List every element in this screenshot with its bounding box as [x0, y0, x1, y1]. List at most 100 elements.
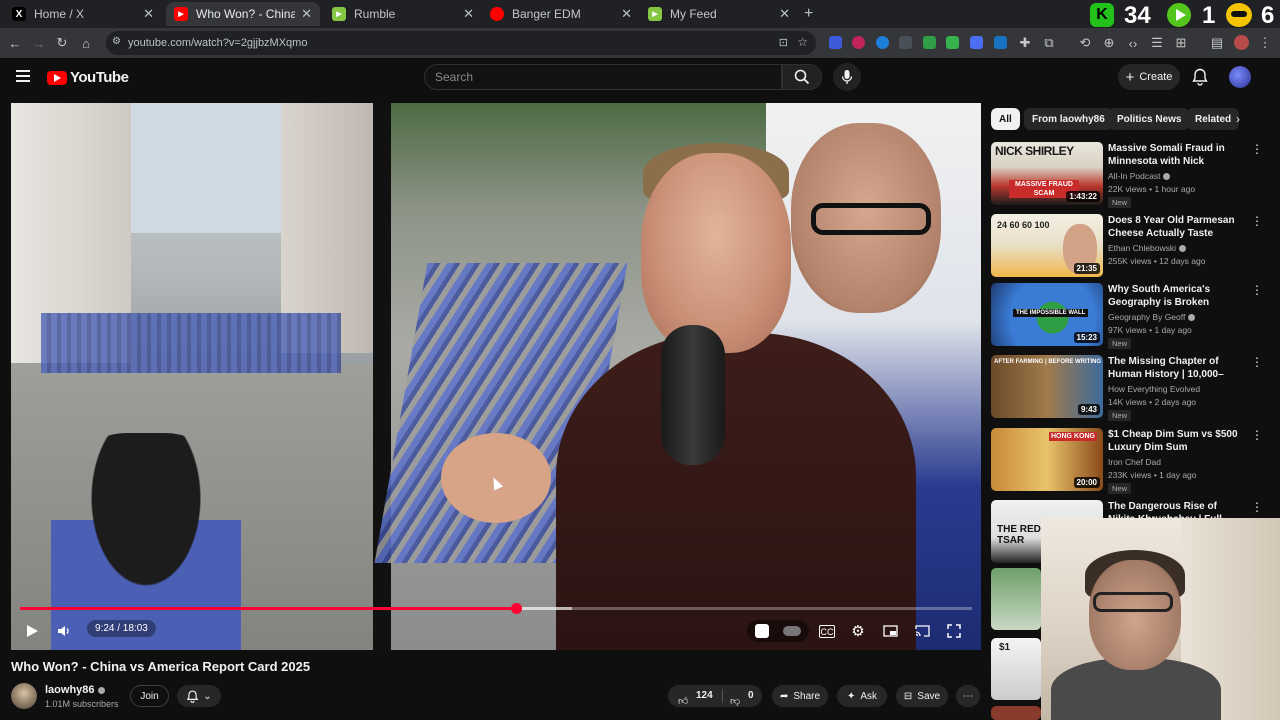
- tab-close-icon[interactable]: ✕: [621, 6, 632, 22]
- tab-close-icon[interactable]: ✕: [143, 6, 154, 22]
- progress-bar[interactable]: [20, 603, 972, 614]
- chevron-right-icon[interactable]: ›: [1236, 112, 1240, 126]
- reading-list-icon[interactable]: ☰: [1148, 34, 1166, 52]
- play-button[interactable]: [23, 622, 41, 640]
- downloads-icon[interactable]: ⊕: [1100, 34, 1118, 52]
- reload-icon[interactable]: ↻: [53, 34, 71, 52]
- recommended-video[interactable]: AFTER FARMING | BEFORE WRITING 9:43 The …: [991, 355, 1263, 421]
- recommended-video[interactable]: HONG KONG 20:00 $1 Cheap Dim Sum vs $500…: [991, 428, 1263, 494]
- profile-avatar-icon[interactable]: [1234, 35, 1249, 50]
- browser-tab-my-feed[interactable]: ▶ My Feed ✕: [640, 2, 798, 26]
- settings-button[interactable]: ⚙: [849, 622, 867, 640]
- video-thumbnail[interactable]: [991, 568, 1041, 630]
- browser-menu-icon[interactable]: ⋮: [1256, 34, 1274, 52]
- video-thumbnail[interactable]: 24 60 60 100 21:35: [991, 214, 1103, 277]
- video-title[interactable]: Why South America's Geography is Broken: [1108, 283, 1238, 309]
- video-title[interactable]: The Missing Chapter of Human History | 1…: [1108, 355, 1238, 381]
- more-vertical-icon[interactable]: ⋮: [1251, 355, 1263, 369]
- channel-name[interactable]: Iron Chef Dad: [1108, 457, 1161, 467]
- more-vertical-icon[interactable]: ⋮: [1251, 500, 1263, 514]
- more-vertical-icon[interactable]: ⋮: [1251, 214, 1263, 228]
- sidebar-icon[interactable]: ▤: [1208, 34, 1226, 52]
- create-button[interactable]: + Create: [1118, 64, 1180, 90]
- notifications-button[interactable]: [1192, 68, 1208, 91]
- video-thumbnail[interactable]: AFTER FARMING | BEFORE WRITING 9:43: [991, 355, 1103, 418]
- extension-icon[interactable]: [923, 36, 936, 49]
- menu-icon[interactable]: [16, 70, 30, 82]
- extension-icon[interactable]: [852, 36, 865, 49]
- chip-from-channel[interactable]: From laowhy86: [1024, 108, 1113, 130]
- account-avatar[interactable]: [1229, 66, 1251, 88]
- devtools-icon[interactable]: ‹›: [1124, 34, 1142, 52]
- history-icon[interactable]: ⟲: [1076, 34, 1094, 52]
- miniplayer-button[interactable]: [881, 622, 899, 640]
- recommended-video[interactable]: NICK SHIRLEY MASSIVE FRAUD SCAM 1:43:22 …: [991, 142, 1263, 208]
- video-thumbnail[interactable]: THE IMPOSSIBLE WALL 15:23: [991, 283, 1103, 346]
- extension-icon[interactable]: [994, 36, 1007, 49]
- cast-button[interactable]: [913, 622, 931, 640]
- voice-search-button[interactable]: [833, 63, 861, 91]
- video-player[interactable]: 9:24 / 18:03 CC ⚙: [11, 103, 981, 650]
- new-tab-icon[interactable]: +: [804, 5, 813, 23]
- browser-tab-home-x[interactable]: X Home / X ✕: [4, 2, 162, 26]
- save-button[interactable]: ⊟ Save: [896, 685, 948, 707]
- extension-icon[interactable]: [946, 36, 959, 49]
- bookmark-star-icon[interactable]: ☆: [797, 35, 808, 49]
- more-actions-button[interactable]: ⋯: [956, 685, 980, 707]
- extensions-menu-icon[interactable]: ⧉: [1040, 34, 1058, 52]
- browser-tab-banger-edm[interactable]: Banger EDM ✕: [482, 2, 640, 26]
- video-thumbnail[interactable]: NICK SHIRLEY MASSIVE FRAUD SCAM 1:43:22: [991, 142, 1103, 205]
- video-thumbnail[interactable]: $1: [991, 638, 1041, 700]
- forward-icon[interactable]: →: [30, 34, 48, 52]
- video-thumbnail[interactable]: HONG KONG 20:00: [991, 428, 1103, 491]
- share-button[interactable]: ➦ Share: [772, 685, 828, 707]
- extension-icon[interactable]: [829, 36, 842, 49]
- home-icon[interactable]: ⌂: [77, 34, 95, 52]
- ask-button[interactable]: ✦ Ask: [837, 685, 887, 707]
- tab-close-icon[interactable]: ✕: [301, 6, 312, 22]
- video-title[interactable]: $1 Cheap Dim Sum vs $500 Luxury Dim Sum: [1108, 428, 1238, 454]
- extension-icon[interactable]: [899, 36, 912, 49]
- progress-scrubber[interactable]: [510, 603, 522, 614]
- video-meta: 97K views • 1 day ago: [1108, 325, 1192, 335]
- chip-politics-news[interactable]: Politics News: [1109, 108, 1190, 130]
- search-input[interactable]: Search: [424, 64, 782, 90]
- video-thumbnail[interactable]: [991, 706, 1041, 720]
- browser-tab-rumble[interactable]: ▶ Rumble ✕: [324, 2, 482, 26]
- puzzle-extensions-icon[interactable]: ✚: [1016, 34, 1034, 52]
- tab-close-icon[interactable]: ✕: [779, 6, 790, 22]
- channel-name[interactable]: Geography By Geoff: [1108, 312, 1196, 322]
- more-vertical-icon[interactable]: ⋮: [1251, 428, 1263, 442]
- fullscreen-button[interactable]: [945, 622, 963, 640]
- channel-name[interactable]: All-In Podcast: [1108, 171, 1171, 181]
- install-app-icon[interactable]: ⊡: [779, 36, 788, 49]
- join-button[interactable]: Join: [130, 685, 169, 707]
- subscription-bell-button[interactable]: ⌄: [177, 685, 221, 707]
- more-vertical-icon[interactable]: ⋮: [1251, 283, 1263, 297]
- search-button[interactable]: [782, 64, 822, 90]
- channel-name-text: laowhy86: [45, 684, 95, 696]
- channel-avatar[interactable]: [11, 683, 37, 709]
- chip-related[interactable]: Related: [1187, 108, 1240, 130]
- youtube-logo[interactable]: YouTube: [47, 69, 129, 86]
- video-title[interactable]: Massive Somali Fraud in Minnesota with N…: [1108, 142, 1238, 168]
- recommended-video[interactable]: THE IMPOSSIBLE WALL 15:23 Why South Amer…: [991, 283, 1263, 349]
- recommended-video[interactable]: 24 60 60 100 21:35 Does 8 Year Old Parme…: [991, 214, 1263, 278]
- more-vertical-icon[interactable]: ⋮: [1251, 142, 1263, 156]
- autoplay-toggle[interactable]: [747, 620, 809, 642]
- channel-name[interactable]: laowhy86: [45, 684, 105, 696]
- browser-tab-youtube[interactable]: ▶ Who Won? - China vs America R ✕: [166, 2, 320, 26]
- captions-button[interactable]: CC: [819, 625, 835, 638]
- channel-name[interactable]: How Everything Evolved: [1108, 384, 1200, 394]
- channel-name[interactable]: Ethan Chlebowski: [1108, 243, 1187, 253]
- chip-all[interactable]: All: [991, 108, 1020, 130]
- address-bar[interactable]: ⚙ youtube.com/watch?v=2gjjbzMXqmo ⊡ ☆: [106, 31, 816, 55]
- site-info-icon[interactable]: ⚙: [112, 36, 121, 47]
- back-icon[interactable]: ←: [6, 34, 24, 52]
- tab-search-icon[interactable]: ⊞: [1172, 34, 1190, 52]
- extension-icon[interactable]: [876, 36, 889, 49]
- video-title[interactable]: Does 8 Year Old Parmesan Cheese Actually…: [1108, 214, 1238, 240]
- extension-icon[interactable]: [970, 36, 983, 49]
- tab-close-icon[interactable]: ✕: [463, 6, 474, 22]
- volume-button[interactable]: [55, 622, 73, 640]
